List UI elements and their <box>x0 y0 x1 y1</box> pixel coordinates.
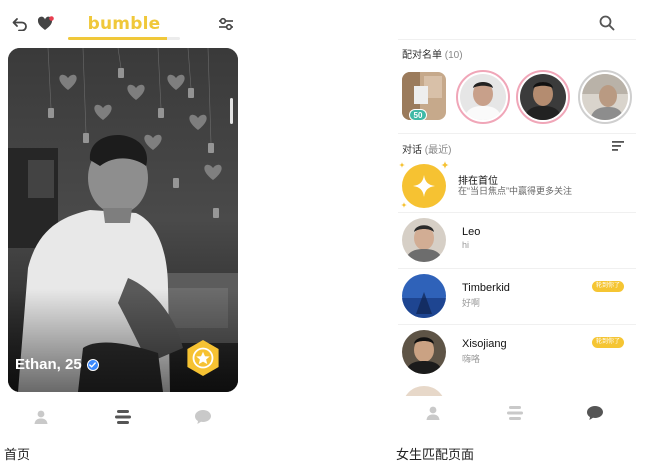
superswipe-button[interactable] <box>184 339 222 377</box>
match-avatar[interactable] <box>460 74 506 120</box>
conversation-message: hi <box>462 240 470 250</box>
profile-icon[interactable] <box>30 406 52 428</box>
conversation-name: Xisojiang <box>462 338 507 350</box>
matches-header: 配对名单 (10) <box>402 46 463 61</box>
match-count-badge: 50 <box>409 109 427 121</box>
conversation-avatar <box>402 274 446 318</box>
conversation-name: Leo <box>462 226 481 238</box>
your-turn-badge: 轮到你了 <box>592 281 625 292</box>
conversation-name: Timberkid <box>462 282 510 294</box>
match-avatar[interactable] <box>520 74 566 120</box>
photo-indicator <box>230 98 233 124</box>
verified-icon <box>86 358 99 371</box>
home-top-bar: bumble <box>0 0 250 44</box>
conversation-row[interactable]: Xisojiang 嗨咯 轮到你了 <box>398 324 636 380</box>
conversations-header: 对话 (最近) <box>402 141 451 156</box>
chat-icon[interactable] <box>584 402 606 424</box>
profile-name-text: Ethan, 25 <box>15 356 82 373</box>
matches-caption: 女生匹配页面 <box>396 447 475 462</box>
matches-label: 配对名单 <box>402 50 442 61</box>
matches-bottom-nav <box>398 396 636 430</box>
conversations-sub: (最近) <box>424 145 452 156</box>
profile-icon[interactable] <box>422 402 444 424</box>
menu-icon[interactable] <box>612 141 624 151</box>
brand-logo: bumble <box>87 14 161 34</box>
conversation-message: 嗨咯 <box>462 354 481 364</box>
heart-icon[interactable] <box>36 14 56 34</box>
chat-icon[interactable] <box>192 406 214 428</box>
match-avatar[interactable] <box>582 74 628 120</box>
match-avatar-photo <box>582 74 628 120</box>
promo-subtitle: 在“当日焦点”中赢得更多关注 <box>458 186 572 196</box>
spotlight-icon <box>399 161 449 208</box>
stack-icon[interactable] <box>112 406 134 428</box>
conversation-avatar <box>402 330 446 374</box>
home-caption: 首页 <box>4 447 31 462</box>
section-divider <box>398 133 636 134</box>
matches-top-bar <box>398 0 636 40</box>
home-bottom-nav <box>0 400 250 432</box>
conversation-row[interactable]: Leo hi <box>398 212 636 268</box>
your-turn-badge: 轮到你了 <box>592 337 625 348</box>
conversation-message: 好啊 <box>462 298 481 308</box>
star-icon <box>187 340 219 376</box>
conversation-avatar <box>402 218 446 262</box>
match-avatar-photo <box>520 74 566 120</box>
conversations-label: 对话 <box>402 145 422 156</box>
conversation-row[interactable]: Timberkid 好啊 轮到你了 <box>398 268 636 324</box>
stack-icon[interactable] <box>504 402 526 424</box>
spotlight-promo[interactable]: 排在首位 在“当日焦点”中赢得更多关注 <box>398 158 636 214</box>
profile-name: Ethan, 25 <box>15 356 99 373</box>
brand-underline <box>68 37 180 40</box>
search-icon[interactable] <box>598 14 616 32</box>
filter-icon[interactable] <box>216 14 236 34</box>
matches-count: (10) <box>444 50 463 61</box>
undo-icon[interactable] <box>10 14 30 34</box>
match-avatar-photo <box>460 74 506 120</box>
